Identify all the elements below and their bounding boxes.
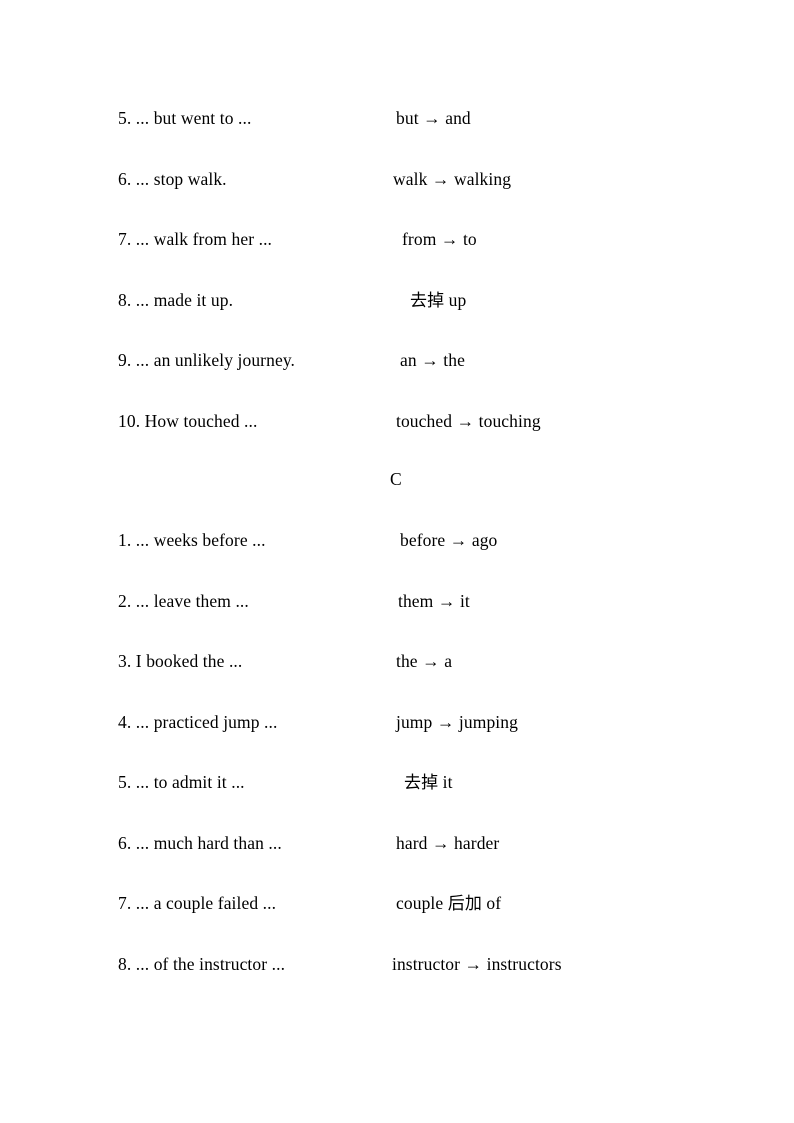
answer-row: 10. How touched ... touched → touching <box>0 406 794 436</box>
answer-item-text: 8. ... made it up. <box>118 289 234 310</box>
answer-item-text: 3. I booked the ... <box>118 651 243 671</box>
answer-item-text: 7. ... walk from her ... <box>118 229 273 249</box>
answer-correction-text: 去掉 up <box>410 285 466 316</box>
document-page: 5. ... but went to ... but → and 6. ... st… <box>0 0 794 1123</box>
answer-row: 5. ... to admit it ... 去掉 it <box>0 767 794 797</box>
correction-word: it <box>438 772 453 792</box>
answer-correction-text: an → the <box>400 350 465 370</box>
correction-target-word: couple <box>396 893 448 913</box>
answer-correction-text: them → it <box>398 590 470 611</box>
correction-word: of <box>481 893 502 913</box>
correction-instruction-cjk: 后加 <box>447 894 482 914</box>
correction-instruction-cjk: 去掉 <box>404 773 439 793</box>
answer-item-text: 9. ... an unlikely journey. <box>118 350 296 370</box>
answer-row: 7. ... a couple failed ... couple 后加 of <box>0 888 794 918</box>
answer-correction-text: hard → harder <box>396 832 500 853</box>
answer-row: 6. ... stop walk. walk → walking <box>0 164 794 194</box>
answer-row: 5. ... but went to ... but → and <box>0 103 794 133</box>
answer-correction-text: the → a <box>396 651 453 671</box>
answer-correction-text: walk → walking <box>393 168 512 189</box>
answer-correction-text: before → ago <box>400 530 498 550</box>
answer-item-text: 8. ... of the instructor ... <box>118 953 286 974</box>
answer-item-text: 6. ... much hard than ... <box>118 832 282 853</box>
answer-item-text: 7. ... a couple failed ... <box>118 893 277 913</box>
section-heading-label: C <box>390 469 402 489</box>
correction-word: up <box>444 289 467 310</box>
answer-correction-text: instructor → instructors <box>392 953 562 974</box>
answer-item-text: 1. ... weeks before ... <box>118 530 266 550</box>
answer-row: 8. ... of the instructor ... instructor →… <box>0 949 794 979</box>
answer-correction-text: but → and <box>396 108 471 128</box>
answer-row: 4. ... practiced jump ... jump → jumping <box>0 707 794 737</box>
answer-item-text: 6. ... stop walk. <box>118 168 227 189</box>
answer-correction-text: touched → touching <box>396 410 541 431</box>
answer-correction-text: couple 后加 of <box>396 888 501 919</box>
correction-instruction-cjk: 去掉 <box>410 290 445 311</box>
answer-row: 3. I booked the ... the → a <box>0 646 794 676</box>
answer-row: 8. ... made it up. 去掉 up <box>0 285 794 315</box>
answer-row: 1. ... weeks before ... before → ago <box>0 525 794 555</box>
answer-item-text: 4. ... practiced jump ... <box>118 711 278 732</box>
answer-correction-text: from → to <box>402 229 477 249</box>
answer-row: 6. ... much hard than ... hard → harder <box>0 828 794 858</box>
answer-item-text: 5. ... to admit it ... <box>118 772 245 792</box>
answer-item-text: 2. ... leave them ... <box>118 590 249 611</box>
answer-correction-text: jump → jumping <box>396 711 518 732</box>
answer-item-text: 10. How touched ... <box>118 410 258 431</box>
answer-row: 9. ... an unlikely journey. an → the <box>0 345 794 375</box>
answer-row: 7. ... walk from her ... from → to <box>0 224 794 254</box>
answer-item-text: 5. ... but went to ... <box>118 108 252 128</box>
answer-correction-text: 去掉 it <box>404 767 453 798</box>
answer-row: 2. ... leave them ... them → it <box>0 586 794 616</box>
